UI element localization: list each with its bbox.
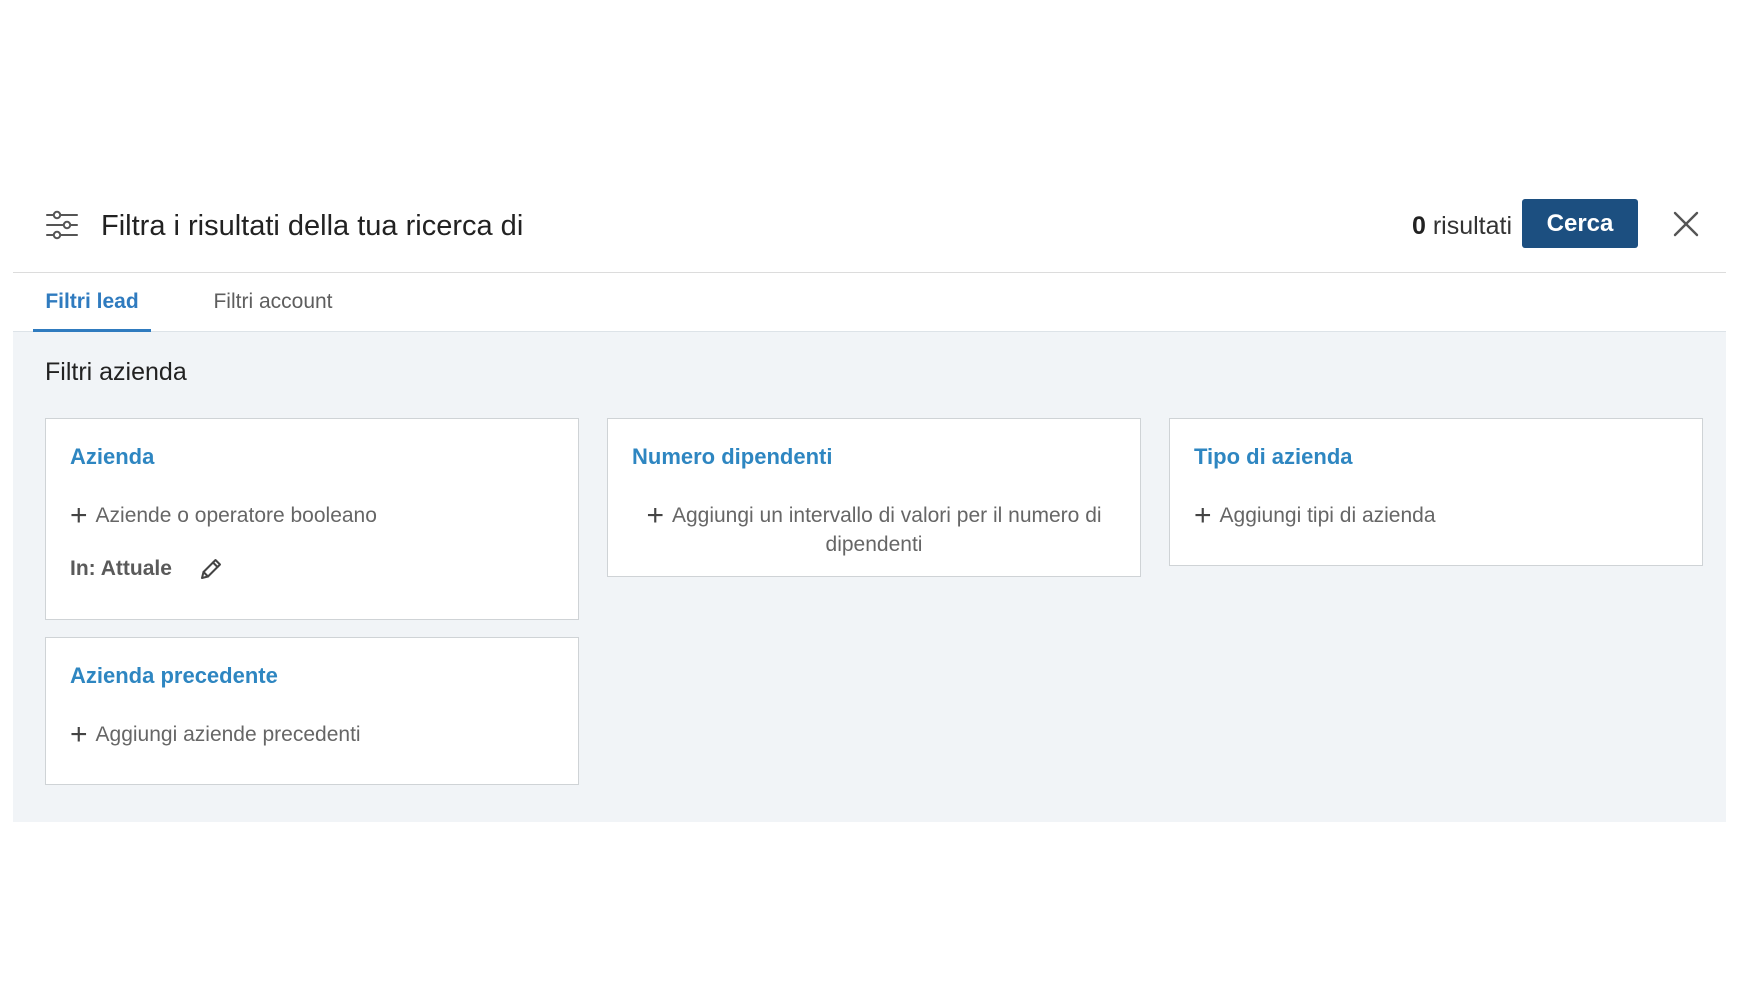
page-title: Filtra i risultati della tua ricerca di bbox=[101, 210, 524, 242]
plus-icon: + bbox=[646, 499, 664, 532]
filter-title-tipo-azienda[interactable]: Tipo di azienda bbox=[1194, 444, 1353, 470]
filter-card-tipo-azienda: Tipo di azienda + Aggiungi tipi di aziend… bbox=[1169, 418, 1703, 566]
add-dipendenti-button[interactable]: + Aggiungi un intervallo di valori per il… bbox=[632, 501, 1116, 559]
results-number: 0 bbox=[1411, 212, 1426, 240]
results-count: 0 risultati bbox=[1412, 209, 1512, 243]
scope-label: In: Attuale bbox=[70, 557, 172, 580]
plus-icon: + bbox=[70, 718, 88, 751]
search-button[interactable]: Cerca bbox=[1522, 199, 1638, 248]
filters-content: Filtri azienda Azienda + Aziende o operat… bbox=[13, 332, 1726, 822]
filter-card-numero-dipendenti: Numero dipendenti + Aggiungi un intervall… bbox=[607, 418, 1141, 577]
add-tipo-button[interactable]: + Aggiungi tipi di azienda bbox=[1194, 499, 1436, 532]
add-azienda-button[interactable]: + Aziende o operatore booleano bbox=[70, 499, 377, 532]
add-tipo-label: Aggiungi tipi di azienda bbox=[1219, 504, 1436, 527]
add-dipendenti-label: Aggiungi un intervallo di valori per il … bbox=[671, 504, 1102, 556]
plus-icon: + bbox=[70, 499, 88, 532]
filter-title-azienda-precedente[interactable]: Azienda precedente bbox=[70, 663, 278, 689]
sliders-icon bbox=[46, 210, 78, 240]
plus-icon: + bbox=[1194, 499, 1212, 532]
results-label: risultati bbox=[1432, 212, 1512, 240]
tab-filtri-lead[interactable]: Filtri lead bbox=[33, 272, 151, 332]
filter-title-numero-dipendenti[interactable]: Numero dipendenti bbox=[632, 444, 832, 470]
filter-card-azienda: Azienda + Aziende o operatore booleano In… bbox=[45, 418, 579, 620]
panel-header: Filtra i risultati della tua ricerca di … bbox=[13, 175, 1726, 273]
filter-card-azienda-precedente: Azienda precedente + Aggiungi aziende pre… bbox=[45, 637, 579, 785]
tab-filtri-account[interactable]: Filtri account bbox=[198, 272, 348, 331]
add-azienda-label: Aziende o operatore booleano bbox=[95, 504, 377, 527]
filter-panel: Filtra i risultati della tua ricerca di … bbox=[13, 175, 1726, 822]
add-precedente-button[interactable]: + Aggiungi aziende precedenti bbox=[70, 718, 361, 751]
pencil-icon[interactable] bbox=[198, 556, 224, 582]
close-icon[interactable] bbox=[1667, 205, 1705, 243]
filter-title-azienda[interactable]: Azienda bbox=[70, 444, 154, 470]
section-title: Filtri azienda bbox=[45, 358, 187, 386]
tab-bar: Filtri lead Filtri account bbox=[13, 272, 1726, 332]
add-precedente-label: Aggiungi aziende precedenti bbox=[95, 723, 361, 746]
